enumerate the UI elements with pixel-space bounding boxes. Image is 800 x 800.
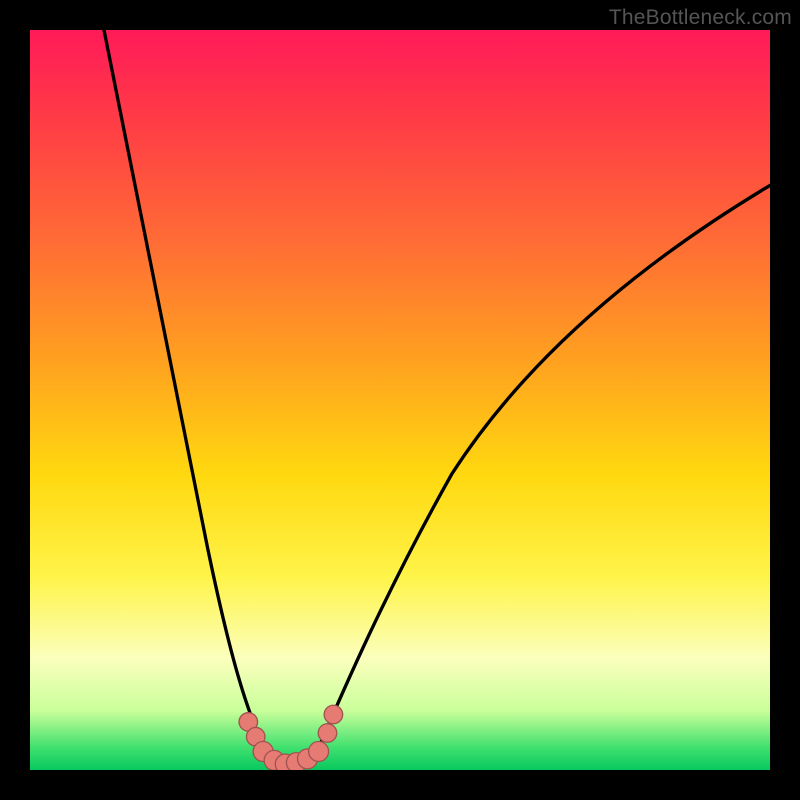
marker <box>318 724 337 743</box>
attribution-text: TheBottleneck.com <box>609 6 792 30</box>
chart-frame: TheBottleneck.com <box>0 0 800 800</box>
marker <box>324 705 343 724</box>
plot-area <box>30 30 770 770</box>
right-curve <box>319 185 770 747</box>
left-curve <box>104 30 267 752</box>
marker <box>309 742 329 762</box>
trough-markers-group <box>239 705 343 770</box>
chart-svg <box>30 30 770 770</box>
